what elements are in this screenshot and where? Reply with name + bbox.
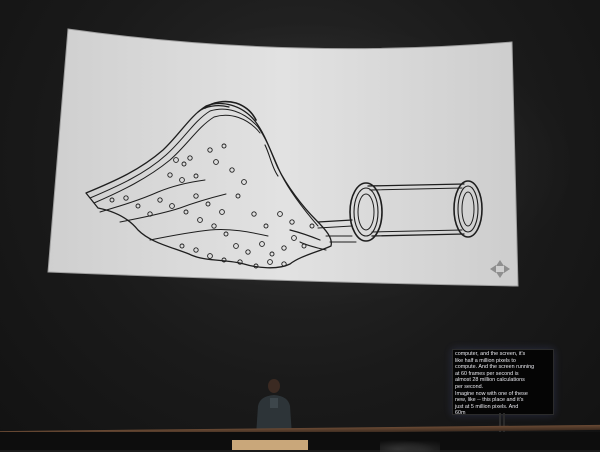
live-caption-text: computer, and the screen, it's like half… (455, 351, 535, 417)
screen-surface (47, 28, 519, 287)
lectern (232, 440, 308, 450)
speaker-figure (256, 379, 292, 436)
